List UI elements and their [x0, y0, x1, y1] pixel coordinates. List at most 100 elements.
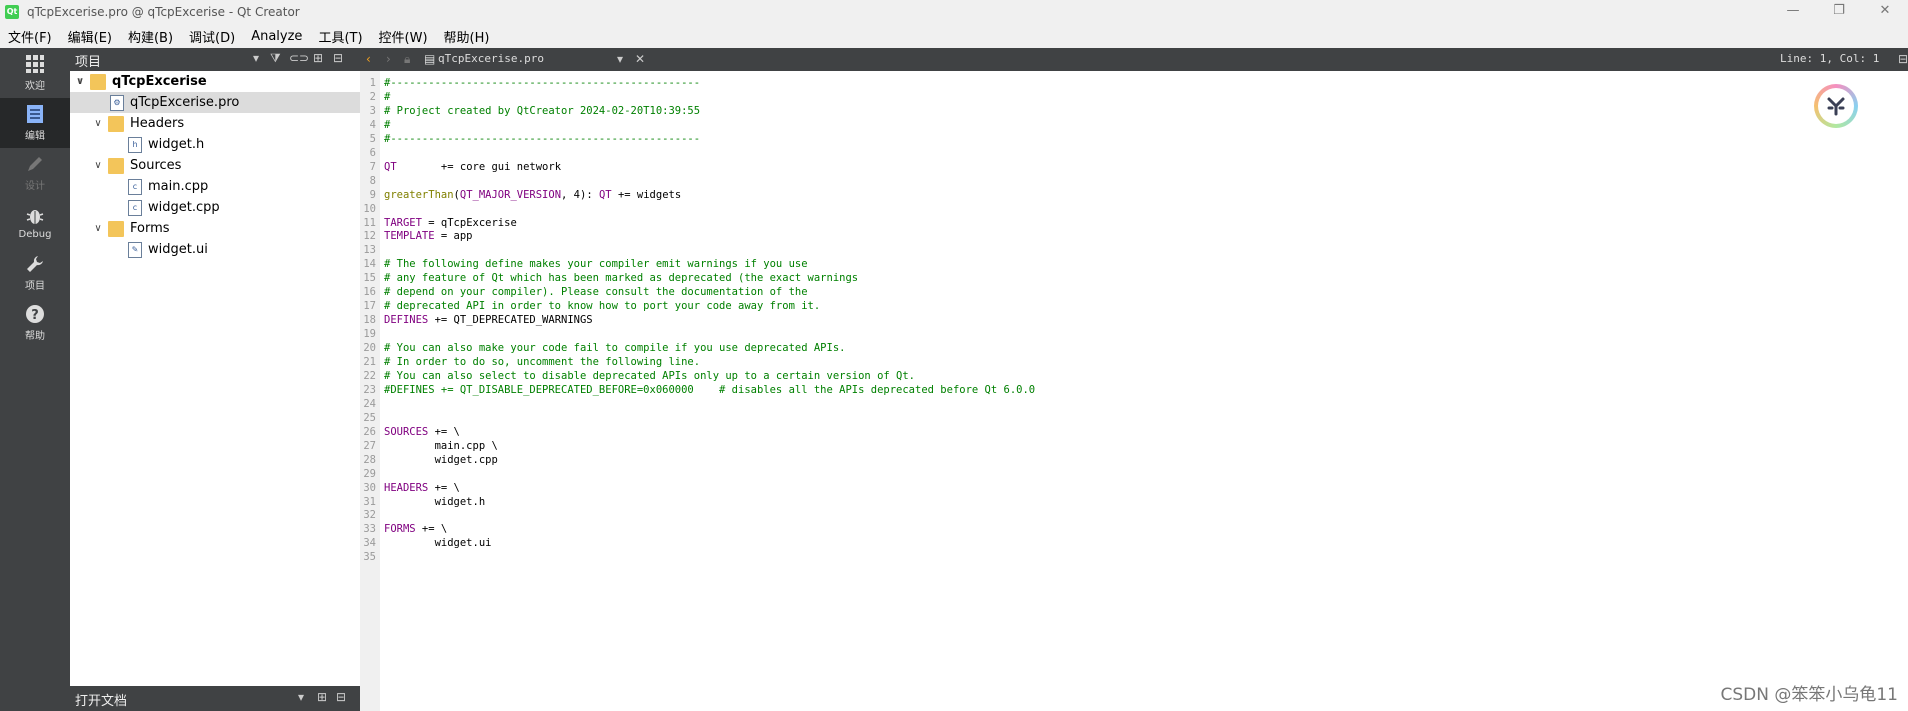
cursor-position[interactable]: Line: 1, Col: 1 — [1780, 52, 1879, 65]
tree-item-pro-file[interactable]: ⚙ qTcpExcerise.pro — [70, 92, 400, 113]
help-icon: ? — [26, 305, 44, 323]
document-selector[interactable]: qTcpExcerise.pro — [438, 52, 544, 65]
mode-projects[interactable]: 项目 — [0, 248, 70, 298]
mode-edit[interactable]: 编辑 — [0, 98, 70, 148]
qt-logo-icon: Qt — [5, 5, 19, 19]
chevron-down-icon[interactable]: ∨ — [92, 118, 104, 129]
line-number: 13 — [363, 244, 376, 257]
mode-label: 设计 — [25, 181, 45, 192]
menu-help[interactable]: 帮助(H) — [436, 27, 498, 46]
code-token: QT_MAJOR_VERSION — [459, 188, 562, 201]
code-line[interactable]: #---------------------------------------… — [384, 76, 700, 90]
chevron-down-icon[interactable]: ∨ — [74, 76, 86, 87]
pro-file-icon: ⚙ — [110, 94, 124, 111]
code-line[interactable]: #---------------------------------------… — [384, 132, 700, 146]
tree-item-forms[interactable]: ∨ Forms — [70, 218, 382, 239]
code-line[interactable]: SOURCES += \ — [384, 425, 460, 439]
code-line[interactable]: # deprecated API in order to know how to… — [384, 299, 820, 313]
code-token: # depend on your compiler). Please consu… — [384, 286, 808, 299]
grid-icon — [26, 55, 44, 73]
close-pane-icon[interactable]: ⊟ — [333, 51, 343, 65]
code-line[interactable]: # In order to do so, uncomment the follo… — [384, 355, 700, 369]
chevron-down-icon[interactable]: ▾ — [617, 52, 623, 66]
mode-help[interactable]: ? 帮助 — [0, 298, 70, 348]
tree-item-sources[interactable]: ∨ Sources — [70, 155, 382, 176]
mode-label: 编辑 — [25, 131, 45, 142]
project-view-select[interactable]: 项目 — [75, 51, 101, 70]
code-line[interactable]: # depend on your compiler). Please consu… — [384, 285, 808, 299]
code-token: QT — [598, 188, 612, 201]
line-number: 16 — [363, 286, 376, 299]
project-tree: ∨ qTcpExcerise ⚙ qTcpExcerise.pro ∨ Head… — [70, 71, 400, 686]
code-line[interactable]: greaterThan(QT_MAJOR_VERSION, 4): QT += … — [384, 188, 681, 202]
split-icon[interactable]: ⊞ — [317, 690, 327, 704]
menu-tools[interactable]: 工具(T) — [310, 27, 370, 46]
line-number: 18 — [363, 314, 376, 327]
code-line[interactable]: # You can also select to disable depreca… — [384, 369, 915, 383]
code-line[interactable]: HEADERS += \ — [384, 481, 460, 495]
code-line[interactable]: widget.cpp — [384, 453, 498, 467]
close-document-icon[interactable]: ✕ — [635, 52, 645, 66]
line-number: 26 — [363, 425, 376, 438]
assistant-icon[interactable] — [1814, 84, 1858, 128]
watermark: CSDN @笨笨小乌龟11 — [1720, 685, 1898, 705]
menu-debug[interactable]: 调试(D) — [181, 27, 243, 46]
back-arrow-icon[interactable]: ‹ — [366, 52, 371, 66]
menu-widgets[interactable]: 控件(W) — [371, 27, 436, 46]
header-file-icon: h — [128, 136, 142, 153]
cpp-file-icon: c — [128, 199, 142, 216]
chevron-down-icon[interactable]: ▾ — [298, 690, 304, 704]
line-number: 33 — [363, 523, 376, 536]
code-line[interactable]: widget.h — [384, 495, 486, 509]
code-line[interactable]: # — [384, 118, 390, 132]
close-pane-icon[interactable]: ⊟ — [336, 690, 346, 704]
split-icon[interactable]: ⊟ — [1898, 52, 1908, 66]
chevron-down-icon[interactable]: ∨ — [92, 160, 104, 171]
tree-item-label: qTcpExcerise — [112, 74, 207, 89]
code-token: # In order to do so, uncomment the follo… — [384, 356, 701, 368]
code-token: SOURCES — [384, 425, 429, 438]
code-line[interactable]: # any feature of Qt which has been marke… — [384, 271, 858, 285]
folder-icon — [108, 157, 124, 174]
menu-build[interactable]: 构建(B) — [120, 27, 181, 46]
code-line[interactable]: # Project created by QtCreator 2024-02-2… — [384, 104, 700, 118]
code-line[interactable]: FORMS += \ — [384, 522, 447, 536]
wrench-icon — [27, 256, 43, 272]
code-line[interactable]: DEFINES += QT_DEPRECATED_WARNINGS — [384, 313, 593, 327]
close-button[interactable]: ✕ — [1862, 0, 1908, 24]
code-token: #DEFINES += QT_DISABLE_DEPRECATED_BEFORE… — [384, 383, 1036, 396]
line-number: 17 — [363, 300, 376, 313]
line-number: 25 — [363, 411, 376, 424]
chevron-down-icon[interactable]: ∨ — [92, 223, 104, 234]
line-number: 14 — [363, 258, 376, 271]
code-token: main.cpp \ — [384, 439, 498, 452]
mode-design[interactable]: 设计 — [0, 148, 70, 198]
code-line[interactable]: QT += core gui network — [384, 160, 561, 174]
mode-debug[interactable]: Debug — [0, 198, 70, 248]
menu-analyze[interactable]: Analyze — [243, 29, 310, 44]
code-line[interactable]: # The following define makes your compil… — [384, 257, 808, 271]
code-line[interactable]: main.cpp \ — [384, 439, 498, 453]
code-line[interactable]: # — [384, 90, 390, 104]
code-line[interactable]: # You can also make your code fail to co… — [384, 341, 845, 355]
code-line[interactable]: widget.ui — [384, 536, 492, 550]
code-line[interactable]: #DEFINES += QT_DISABLE_DEPRECATED_BEFORE… — [384, 383, 1035, 397]
menu-edit[interactable]: 编辑(E) — [60, 27, 120, 46]
folder-icon — [108, 220, 124, 237]
tree-item-project[interactable]: ∨ qTcpExcerise — [70, 71, 364, 92]
code-line[interactable]: TEMPLATE = app — [384, 229, 473, 243]
menu-file[interactable]: 文件(F) — [0, 27, 60, 46]
code-line[interactable]: TARGET = qTcpExcerise — [384, 216, 517, 230]
forward-arrow-icon[interactable]: › — [386, 52, 391, 66]
split-icon[interactable]: ⊞ — [313, 51, 323, 65]
link-icon[interactable]: ⊂⊃ — [289, 51, 309, 65]
chevron-down-icon[interactable]: ▾ — [253, 51, 259, 65]
maximize-button[interactable]: ❐ — [1816, 0, 1862, 24]
mode-welcome[interactable]: 欢迎 — [0, 48, 70, 98]
line-number: 4 — [369, 118, 376, 131]
open-documents-title[interactable]: 打开文档 — [75, 690, 127, 709]
filter-icon[interactable]: ⧩ — [270, 51, 281, 66]
minimize-button[interactable]: — — [1770, 0, 1816, 24]
line-number: 34 — [363, 537, 376, 550]
tree-item-headers[interactable]: ∨ Headers — [70, 113, 382, 134]
